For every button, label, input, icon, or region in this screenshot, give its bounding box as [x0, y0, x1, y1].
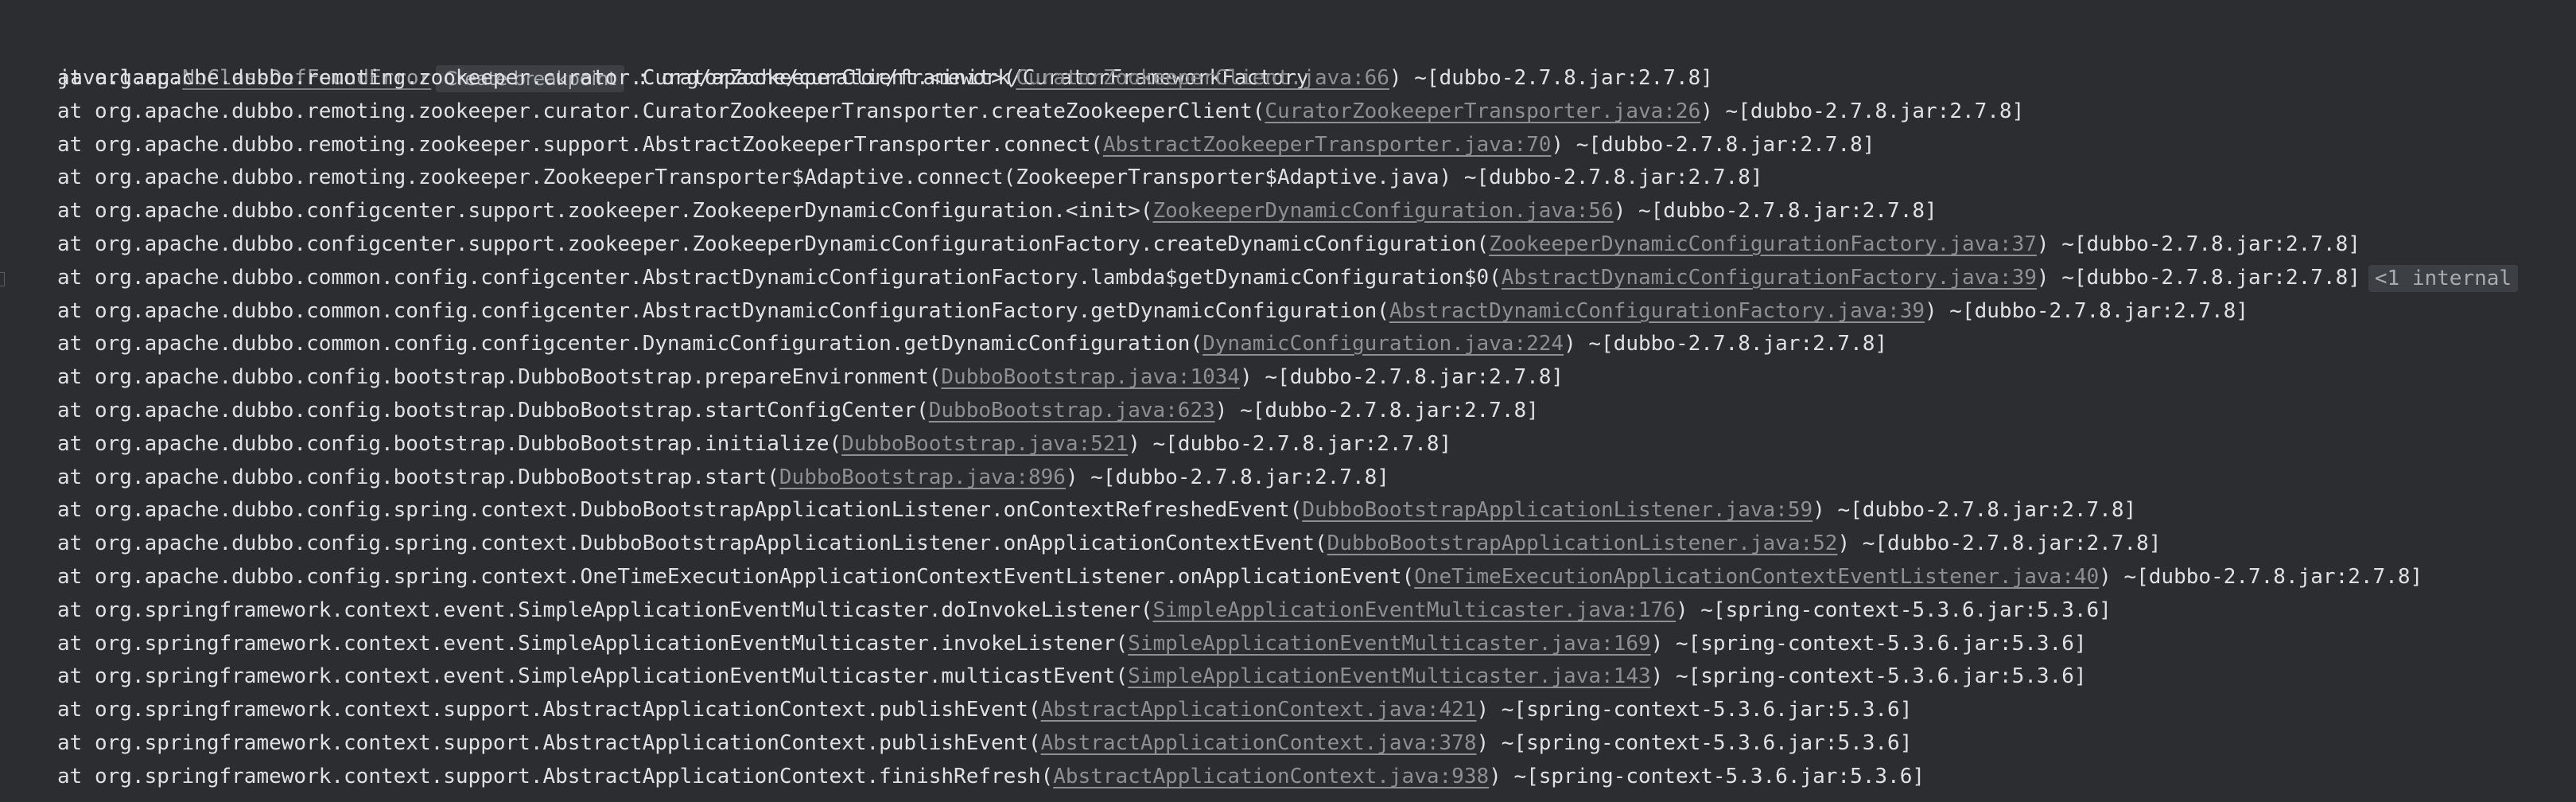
frame-method: at org.springframework.context.support.A… — [57, 698, 1041, 722]
frame-method: at org.apache.dubbo.common.config.config… — [57, 266, 1502, 290]
frame-jar-info: ) ~[dubbo-2.7.8.jar:2.7.8] — [1214, 399, 1539, 422]
frame-source-link[interactable]: DubboBootstrap.java:1034 — [941, 365, 1240, 389]
stack-frame-line: at org.springframework.context.support.A… — [57, 726, 1912, 760]
frame-jar-info: ) ~[dubbo-2.7.8.jar:2.7.8] — [1837, 531, 2162, 555]
frame-source-link[interactable]: DubboBootstrap.java:896 — [779, 465, 1066, 489]
stack-frame-line: at org.apache.dubbo.config.spring.contex… — [57, 560, 2423, 594]
frame-source-link[interactable]: AbstractApplicationContext.java:378 — [1041, 731, 1477, 755]
stack-frame-line: at org.apache.dubbo.config.bootstrap.Dub… — [57, 461, 1389, 494]
frame-source-link[interactable]: SimpleApplicationEventMulticaster.java:1… — [1153, 598, 1676, 622]
stack-frame-line: at org.apache.dubbo.config.bootstrap.Dub… — [57, 394, 1539, 427]
stack-frame-line: at org.apache.dubbo.common.config.config… — [57, 261, 2519, 294]
stack-frame-line: at org.springframework.context.support.A… — [57, 693, 1912, 726]
frame-jar-info: ) ~[dubbo-2.7.8.jar:2.7.8] — [1240, 365, 1564, 389]
frame-method: at org.apache.dubbo.remoting.zookeeper.c… — [57, 66, 1016, 90]
frame-source-link[interactable]: OneTimeExecutionApplicationContextEventL… — [1414, 565, 2099, 589]
frame-source-link[interactable]: DubboBootstrap.java:521 — [841, 432, 1128, 456]
stack-frame-line: at org.springframework.context.event.Sim… — [57, 594, 2112, 627]
stack-frame-line: at org.springframework.context.support.A… — [57, 760, 1925, 793]
frame-source-link[interactable]: AbstractZookeeperTransporter.java:70 — [1103, 133, 1552, 157]
fold-gutter-icon[interactable] — [0, 272, 5, 286]
frame-jar-info: ) ~[dubbo-2.7.8.jar:2.7.8] — [1065, 465, 1389, 489]
frame-source-link[interactable]: CuratorZookeeperTransporter.java:26 — [1265, 99, 1700, 123]
internal-frames-fold-button[interactable]: <1 internal — [2368, 264, 2519, 292]
frame-method: at org.apache.dubbo.config.spring.contex… — [57, 498, 1303, 522]
frame-jar-info: ) ~[dubbo-2.7.8.jar:2.7.8] — [2099, 565, 2423, 589]
frame-method: at org.apache.dubbo.common.config.config… — [57, 299, 1389, 323]
stack-frame-line: at org.apache.dubbo.remoting.zookeeper.c… — [57, 61, 1713, 95]
stack-frame-line: at org.springframework.context.event.Sim… — [57, 660, 2087, 693]
frame-jar-info: ) ~[spring-context-5.3.6.jar:5.3.6] — [1489, 765, 1925, 788]
frame-jar-info: ) ~[dubbo-2.7.8.jar:2.7.8] — [1700, 99, 2025, 123]
frame-jar-info: ) ~[dubbo-2.7.8.jar:2.7.8] — [1813, 498, 2137, 522]
frame-source-link[interactable]: SimpleApplicationEventMulticaster.java:1… — [1128, 632, 1650, 656]
stack-frame-line: at org.apache.dubbo.configcenter.support… — [57, 194, 1937, 228]
frame-method: at org.springframework.context.event.Sim… — [57, 598, 1153, 622]
frame-method: at org.apache.dubbo.configcenter.support… — [57, 232, 1490, 256]
frame-method: at org.apache.dubbo.config.bootstrap.Dub… — [57, 365, 942, 389]
frame-jar-info: ) ~[dubbo-2.7.8.jar:2.7.8] — [2036, 266, 2360, 290]
frame-method: at org.apache.dubbo.config.bootstrap.Dub… — [57, 399, 929, 422]
frame-method: at org.springframework.context.event.Sim… — [57, 664, 1129, 688]
frame-jar-info: ) ~[dubbo-2.7.8.jar:2.7.8] — [1389, 66, 1713, 90]
frame-method: at org.springframework.context.support.A… — [57, 731, 1041, 755]
stack-frame-line: at org.apache.dubbo.common.config.config… — [57, 327, 1887, 360]
frame-source-link[interactable]: DubboBootstrapApplicationListener.java:5… — [1302, 498, 1813, 522]
stack-frame-line: at org.apache.dubbo.remoting.zookeeper.c… — [57, 95, 2024, 128]
frame-source-link[interactable]: AbstractDynamicConfigurationFactory.java… — [1389, 299, 1925, 323]
stack-frame-line: at org.apache.dubbo.config.spring.contex… — [57, 527, 2161, 560]
console-output[interactable]: java.lang.NoClassDefFoundError Create bre… — [0, 0, 2576, 802]
frame-source-link[interactable]: DubboBootstrapApplicationListener.java:5… — [1327, 531, 1838, 555]
frame-jar-info: ) ~[spring-context-5.3.6.jar:5.3.6] — [1650, 664, 2087, 688]
frame-source-link[interactable]: CuratorZookeeperClient.java:66 — [1016, 66, 1389, 90]
frame-jar-info: ) ~[dubbo-2.7.8.jar:2.7.8] — [1128, 432, 1452, 456]
stack-frame-line: at org.apache.dubbo.config.bootstrap.Dub… — [57, 360, 1564, 394]
frame-source-link[interactable]: AbstractApplicationContext.java:938 — [1053, 765, 1489, 788]
stack-frame-line: at org.apache.dubbo.common.config.config… — [57, 294, 2248, 328]
frame-jar-info: ) ~[dubbo-2.7.8.jar:2.7.8] — [1551, 133, 1875, 157]
frame-source-link[interactable]: ZookeeperDynamicConfigurationFactory.jav… — [1489, 232, 2037, 256]
frame-method: at org.apache.dubbo.remoting.zookeeper.c… — [57, 99, 1265, 123]
frame-source-link[interactable]: AbstractApplicationContext.java:421 — [1041, 698, 1477, 722]
stack-frame-line: at org.apache.dubbo.config.bootstrap.Dub… — [57, 427, 1451, 461]
frame-jar-info: ) ~[dubbo-2.7.8.jar:2.7.8] — [1925, 299, 2248, 323]
frame-jar-info: ) ~[spring-context-5.3.6.jar:5.3.6] — [1476, 731, 1913, 755]
exception-header-line: java.lang.NoClassDefFoundError Create bre… — [8, 28, 1309, 92]
frame-jar-info: ) ~[dubbo-2.7.8.jar:2.7.8] — [1613, 199, 1937, 223]
stack-frame-line: at org.apache.dubbo.remoting.zookeeper.s… — [57, 128, 1875, 162]
frame-jar-info: ) ~[dubbo-2.7.8.jar:2.7.8] — [1564, 332, 1888, 356]
frame-method: at org.apache.dubbo.configcenter.support… — [57, 199, 1153, 223]
frame-method: at org.apache.dubbo.remoting.zookeeper.Z… — [57, 165, 1763, 189]
stack-frame-line: at org.apache.dubbo.configcenter.support… — [57, 228, 2360, 261]
frame-jar-info: ) ~[spring-context-5.3.6.jar:5.3.6] — [1650, 632, 2087, 656]
frame-source-link[interactable]: DynamicConfiguration.java:224 — [1203, 332, 1564, 356]
frame-source-link[interactable]: AbstractDynamicConfigurationFactory.java… — [1502, 266, 2037, 290]
frame-jar-info: ) ~[spring-context-5.3.6.jar:5.3.6] — [1675, 598, 2112, 622]
frame-source-link[interactable]: ZookeeperDynamicConfiguration.java:56 — [1153, 199, 1614, 223]
frame-method: at org.springframework.context.event.Sim… — [57, 632, 1129, 656]
frame-method: at org.springframework.context.support.A… — [57, 765, 1054, 788]
frame-method: at org.apache.dubbo.config.bootstrap.Dub… — [57, 465, 779, 489]
frame-source-link[interactable]: SimpleApplicationEventMulticaster.java:1… — [1128, 664, 1650, 688]
frame-method: at org.apache.dubbo.remoting.zookeeper.s… — [57, 133, 1103, 157]
stack-frame-line: at org.apache.dubbo.remoting.zookeeper.Z… — [57, 161, 1763, 194]
stack-frame-line: at org.springframework.context.event.Sim… — [57, 627, 2087, 660]
frame-method: at org.apache.dubbo.common.config.config… — [57, 332, 1203, 356]
frame-jar-info: ) ~[dubbo-2.7.8.jar:2.7.8] — [2036, 232, 2360, 256]
frame-source-link[interactable]: DubboBootstrap.java:623 — [929, 399, 1215, 422]
frame-method: at org.apache.dubbo.config.spring.contex… — [57, 565, 1415, 589]
frame-jar-info: ) ~[spring-context-5.3.6.jar:5.3.6] — [1476, 698, 1913, 722]
frame-method: at org.apache.dubbo.config.bootstrap.Dub… — [57, 432, 842, 456]
frame-method: at org.apache.dubbo.config.spring.contex… — [57, 531, 1327, 555]
stack-frame-line: at org.apache.dubbo.config.spring.contex… — [57, 493, 2136, 527]
